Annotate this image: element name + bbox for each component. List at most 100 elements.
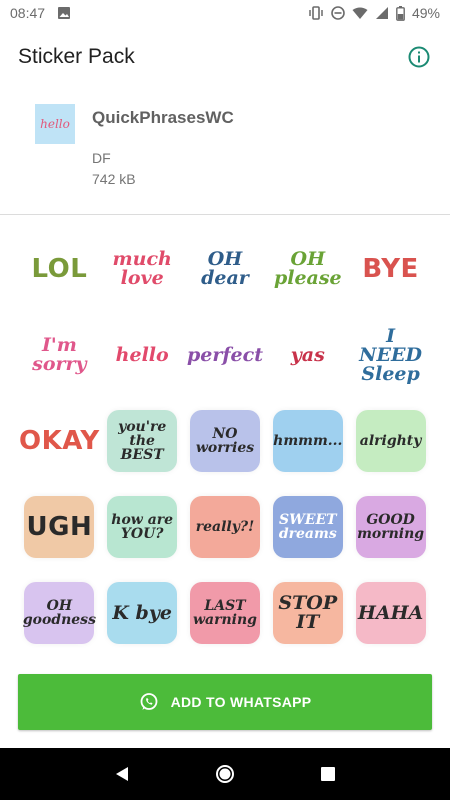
sticker-text: I NEED Sleep <box>359 324 422 385</box>
sticker-image: much love <box>107 238 177 300</box>
sticker-item[interactable]: LAST warning <box>184 570 267 656</box>
pack-size: 742 kB <box>92 171 136 187</box>
sticker-text: LOL <box>31 254 88 284</box>
sticker-text: OKAY <box>19 426 100 456</box>
sticker-image: you're the BEST <box>107 410 178 472</box>
sticker-image: I NEED Sleep <box>356 324 426 386</box>
sticker-item[interactable]: STOP IT <box>266 570 349 656</box>
home-circle-icon <box>215 765 234 783</box>
sticker-image: SWEET dreams <box>272 496 343 558</box>
sticker-text: BYE <box>362 254 419 284</box>
tray-icon-text: hello <box>40 117 70 131</box>
sticker-item[interactable]: BYE <box>349 226 432 312</box>
sticker-text: STOP IT <box>278 592 338 633</box>
sticker-text: LAST warning <box>193 598 257 628</box>
do-not-disturb-icon <box>331 6 345 20</box>
recents-square-icon <box>321 767 336 781</box>
battery-percentage: 49% <box>411 5 440 21</box>
sticker-item[interactable]: HAHA <box>349 570 432 656</box>
sticker-item[interactable]: really?! <box>184 484 267 570</box>
status-left: 08:47 <box>10 5 71 21</box>
navigation-bar <box>0 748 450 800</box>
back-button[interactable] <box>102 754 142 794</box>
add-button-label: ADD TO WHATSAPP <box>170 694 312 710</box>
sticker-item[interactable]: OKAY <box>18 398 101 484</box>
sticker-text: hello <box>115 343 169 366</box>
sticker-image: hello <box>107 324 177 386</box>
sticker-text: GOOD morning <box>357 512 425 542</box>
page-title: Sticker Pack <box>18 45 135 68</box>
sticker-image: LOL <box>24 238 94 300</box>
sticker-item[interactable]: GOOD morning <box>349 484 432 570</box>
home-button[interactable] <box>205 754 245 794</box>
sticker-text: HAHA <box>357 601 424 624</box>
sticker-text: yas <box>290 343 325 366</box>
info-button[interactable] <box>406 44 432 70</box>
sticker-item[interactable]: yas <box>266 312 349 398</box>
sticker-item[interactable]: OH goodness <box>18 570 101 656</box>
sticker-item[interactable]: you're the BEST <box>101 398 184 484</box>
sticker-image: hmmm... <box>272 410 343 472</box>
status-right: 49% <box>308 5 440 21</box>
sticker-item[interactable]: OH please <box>266 226 349 312</box>
sticker-item[interactable]: perfect <box>184 312 267 398</box>
sticker-image: OKAY <box>19 410 99 472</box>
vibrate-icon <box>308 6 324 20</box>
image-notification-icon <box>57 6 71 20</box>
sticker-text: UGH <box>26 512 93 542</box>
sticker-item[interactable]: OH dear <box>184 226 267 312</box>
sticker-image: OH goodness <box>22 582 96 644</box>
sticker-image: perfect <box>187 324 263 386</box>
sticker-text: OH please <box>273 248 342 289</box>
status-time: 08:47 <box>10 5 46 21</box>
sticker-image: STOP IT <box>272 582 343 644</box>
sticker-text: you're the BEST <box>118 419 167 463</box>
sticker-image: HAHA <box>355 582 426 644</box>
add-to-whatsapp-button[interactable]: ADD TO WHATSAPP <box>18 674 432 730</box>
sticker-text: hmmm... <box>273 433 343 449</box>
status-bar: 08:47 49% <box>0 0 450 26</box>
sticker-item[interactable]: LOL <box>18 226 101 312</box>
sticker-text: much love <box>112 248 172 289</box>
sticker-text: I'm sorry <box>32 334 87 375</box>
pack-name: QuickPhrasesWC <box>92 108 234 127</box>
pack-publisher: DF <box>92 150 111 166</box>
sticker-grid: LOL much love OH dear OH please BYE I'm sorry… <box>18 226 432 656</box>
sticker-item[interactable]: hello <box>101 312 184 398</box>
sticker-text: alrighty <box>359 433 422 449</box>
sticker-item[interactable]: K bye <box>101 570 184 656</box>
back-triangle-icon <box>115 767 128 781</box>
sticker-item[interactable]: hmmm... <box>266 398 349 484</box>
sticker-image: OH dear <box>190 238 260 300</box>
sticker-image: OH please <box>273 238 343 300</box>
battery-icon <box>396 5 405 21</box>
sticker-text: really?! <box>195 519 255 535</box>
sticker-text: OH dear <box>201 248 249 289</box>
sticker-item[interactable]: how are YOU? <box>101 484 184 570</box>
sticker-item[interactable]: I NEED Sleep <box>349 312 432 398</box>
sticker-item[interactable]: I'm sorry <box>18 312 101 398</box>
signal-icon <box>375 6 389 20</box>
whatsapp-icon <box>140 693 157 710</box>
sticker-item[interactable]: alrighty <box>349 398 432 484</box>
pack-tray-icon: hello <box>35 104 75 144</box>
divider <box>0 214 450 215</box>
sticker-text: OH goodness <box>22 598 96 628</box>
sticker-image: I'm sorry <box>24 324 94 386</box>
sticker-item[interactable]: much love <box>101 226 184 312</box>
sticker-image: BYE <box>356 238 426 300</box>
sticker-image: NO worries <box>189 410 260 472</box>
sticker-item[interactable]: NO worries <box>184 398 267 484</box>
sticker-image: alrighty <box>355 410 426 472</box>
app-bar: Sticker Pack <box>0 26 450 88</box>
sticker-text: SWEET dreams <box>278 512 337 542</box>
sticker-image: yas <box>273 324 343 386</box>
wifi-icon <box>352 7 368 20</box>
pack-header: hello QuickPhrasesWC DF 742 kB <box>0 88 450 214</box>
recents-button[interactable] <box>308 754 348 794</box>
sticker-item[interactable]: SWEET dreams <box>266 484 349 570</box>
info-icon <box>408 46 430 68</box>
sticker-text: K bye <box>112 601 172 624</box>
sticker-image: GOOD morning <box>355 496 426 558</box>
sticker-item[interactable]: UGH <box>18 484 101 570</box>
